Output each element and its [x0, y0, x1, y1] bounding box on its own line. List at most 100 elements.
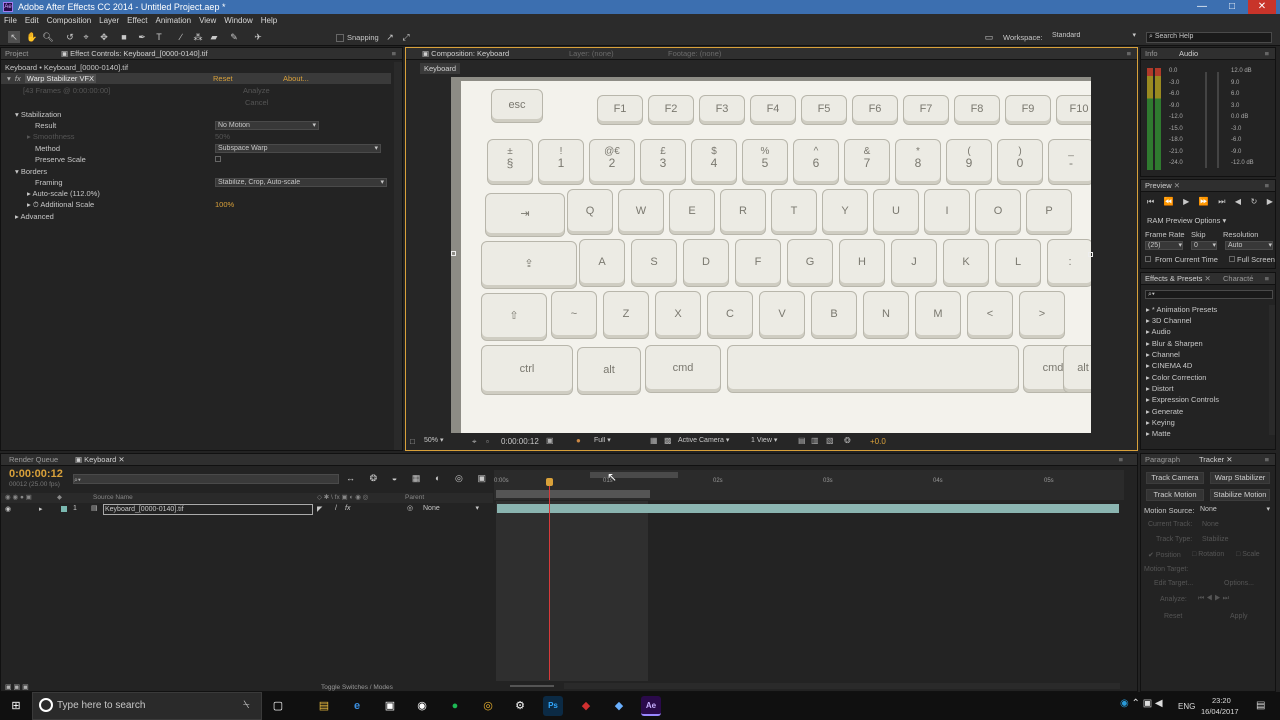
full-screen-checkbox[interactable]	[1229, 256, 1235, 262]
prev-frame-icon[interactable]: ⏪	[1164, 197, 1174, 207]
store-icon[interactable]: ▣	[380, 696, 400, 716]
panel-menu-icon[interactable]: ≡	[1127, 48, 1131, 59]
layer-name[interactable]: Keyboard_[0000-0140].tif	[103, 504, 313, 515]
position-checkbox[interactable]: ✔ Position	[1148, 551, 1181, 559]
tab-tracker[interactable]: Tracker ✕	[1199, 454, 1233, 465]
effect-category-audio[interactable]: ▸ Audio	[1146, 326, 1171, 337]
smoothness-value[interactable]: 50%	[215, 131, 230, 142]
audio-slider-right[interactable]	[1217, 72, 1219, 168]
effect-category-blur-sharpen[interactable]: ▸ Blur & Sharpen	[1146, 338, 1203, 349]
camera-dropdown[interactable]: Active Camera ▾	[676, 437, 740, 446]
motion-source-dropdown[interactable]: None ▾	[1198, 506, 1270, 515]
panel-menu-icon[interactable]: ≡	[392, 48, 396, 59]
fx-icon[interactable]: fx	[15, 74, 21, 83]
playhead-marker[interactable]	[546, 478, 553, 486]
photoshop-icon[interactable]: Ps	[543, 696, 563, 716]
menu-animation[interactable]: Animation	[151, 14, 195, 28]
roto-brush-tool-icon[interactable]: ✎	[228, 31, 240, 43]
effect-category-matte[interactable]: ▸ Matte	[1146, 428, 1171, 439]
snapping-checkbox[interactable]	[336, 34, 344, 42]
effect-category-3d-channel[interactable]: ▸ 3D Channel	[1146, 315, 1191, 326]
layer-label-color[interactable]	[61, 506, 67, 512]
toggle-switches-modes[interactable]: Toggle Switches / Modes	[321, 684, 393, 691]
task-view-icon[interactable]: ▢	[268, 696, 288, 716]
frame-rate-dropdown[interactable]: (25) ▾	[1145, 241, 1183, 250]
menu-file[interactable]: File	[0, 14, 21, 28]
tab-info[interactable]: Info	[1145, 49, 1158, 58]
fast-preview-icon[interactable]: ▥	[811, 436, 819, 445]
show-hidden-icon[interactable]: ⌃	[1132, 698, 1140, 709]
layer-shy-icon[interactable]: ◤	[317, 505, 322, 513]
file-explorer-icon[interactable]: ▤	[314, 696, 334, 716]
expand-icon[interactable]: ⤢	[400, 31, 412, 43]
ram-preview-icon[interactable]: ▶	[1267, 197, 1273, 207]
rectangle-tool-icon[interactable]: ■	[118, 31, 130, 43]
play-icon[interactable]: ▶	[1183, 197, 1189, 207]
stabilize-motion-button[interactable]: Stabilize Motion	[1210, 489, 1270, 501]
region-icon[interactable]: ▫	[486, 437, 489, 446]
red-app-icon[interactable]: ◆	[576, 696, 596, 716]
parent-pickwhip-icon[interactable]: ◎	[407, 504, 413, 512]
spotify-icon[interactable]: ●	[445, 696, 465, 716]
audio-slider-left[interactable]	[1205, 72, 1207, 168]
tracker-reset-button[interactable]: Reset	[1164, 613, 1182, 620]
panel-menu-icon[interactable]: ≡	[1265, 454, 1269, 465]
layer-quality-icon[interactable]: /	[335, 505, 337, 512]
effect-category-generate[interactable]: ▸ Generate	[1146, 406, 1183, 417]
tab-project[interactable]: Project	[5, 49, 28, 58]
text-tool-icon[interactable]: T	[153, 31, 165, 43]
reset-exposure-icon[interactable]: ❂	[844, 436, 851, 445]
skip-dropdown[interactable]: 0 ▾	[1191, 241, 1217, 250]
comp-timecode[interactable]: 0:00:00:12	[501, 437, 539, 446]
track-motion-button[interactable]: Track Motion	[1146, 489, 1204, 501]
rotation-checkbox[interactable]: □ Rotation	[1192, 551, 1224, 558]
borders-group[interactable]: ▾ Borders	[15, 166, 47, 177]
expand-triangle-icon[interactable]: ▾	[7, 74, 11, 83]
snapshot-icon[interactable]: ▣	[546, 436, 554, 445]
auto-scale-group[interactable]: ▸ Auto-scale (112.0%)	[27, 188, 100, 199]
last-frame-icon[interactable]: ⏭	[1218, 197, 1225, 207]
options-button[interactable]: Options...	[1224, 580, 1254, 587]
menu-layer[interactable]: Layer	[95, 14, 123, 28]
taskbar-search-box[interactable]: Type here to search ⍀	[32, 692, 262, 720]
tab-render-queue[interactable]: Render Queue	[9, 455, 58, 464]
tab-character[interactable]: Characté	[1223, 273, 1253, 284]
workspace-dropdown[interactable]: Standard ▾	[1050, 32, 1138, 43]
windows-start-icon[interactable]: ⊞	[6, 696, 26, 716]
tab-composition[interactable]: ▣ Composition: Keyboard	[422, 49, 509, 58]
tab-keyboard[interactable]: ▣ Keyboard ✕	[75, 454, 125, 465]
effect-category-color-correction[interactable]: ▸ Color Correction	[1146, 372, 1206, 383]
timeline-hscroll[interactable]	[564, 683, 1120, 689]
zoom-dropdown[interactable]: 50% ▾	[422, 437, 462, 446]
panel-menu-icon[interactable]: ≡	[1265, 48, 1269, 59]
volume-icon[interactable]: ◀	[1155, 698, 1163, 709]
tab-footage[interactable]: Footage: (none)	[668, 48, 721, 59]
update-icon[interactable]: ◉	[1120, 698, 1129, 709]
layer-expand-icon[interactable]: ▸	[39, 505, 43, 513]
clone-tool-icon[interactable]: ⁂	[192, 31, 204, 43]
parent-header[interactable]: Parent	[405, 494, 424, 501]
edit-target-button[interactable]: Edit Target...	[1154, 580, 1193, 587]
microphone-icon[interactable]: ⍀	[243, 699, 250, 712]
effect-category-expression-controls[interactable]: ▸ Expression Controls	[1146, 394, 1219, 405]
loop-icon[interactable]: ↻	[1251, 197, 1258, 207]
effects-search-input[interactable]: ⌕▾	[1145, 290, 1273, 299]
after-effects-icon[interactable]: Ae	[641, 696, 661, 716]
minimize-button[interactable]: —	[1188, 0, 1216, 14]
pan-behind-tool-icon[interactable]: ✥	[98, 31, 110, 43]
stabilization-group[interactable]: ▾ Stabilization	[15, 109, 61, 120]
quality-dropdown[interactable]: Full ▾	[592, 437, 640, 446]
composition-viewer[interactable]: escF1F2F3F4F5F6F7F8F9F10F11F12±§!1@€2£3$…	[451, 77, 1091, 433]
comp-name-tab[interactable]: Keyboard	[420, 63, 461, 74]
notifications-icon[interactable]: ▤	[1256, 700, 1265, 711]
effect-category-cinema4d[interactable]: ▸ CINEMA 4D	[1146, 360, 1192, 371]
track-camera-button[interactable]: Track Camera	[1146, 472, 1204, 484]
current-track-value[interactable]: None	[1202, 521, 1219, 528]
selection-tool-icon[interactable]: ↖	[8, 31, 20, 43]
eraser-tool-icon[interactable]: ▰	[208, 31, 220, 43]
panel-menu-icon[interactable]: ≡	[1119, 454, 1123, 465]
tracker-apply-button[interactable]: Apply	[1230, 613, 1248, 620]
clock-time[interactable]: 23:20	[1212, 696, 1231, 705]
first-frame-icon[interactable]: ⏮	[1147, 197, 1154, 207]
method-dropdown[interactable]: Subspace Warp ▾	[215, 144, 381, 153]
